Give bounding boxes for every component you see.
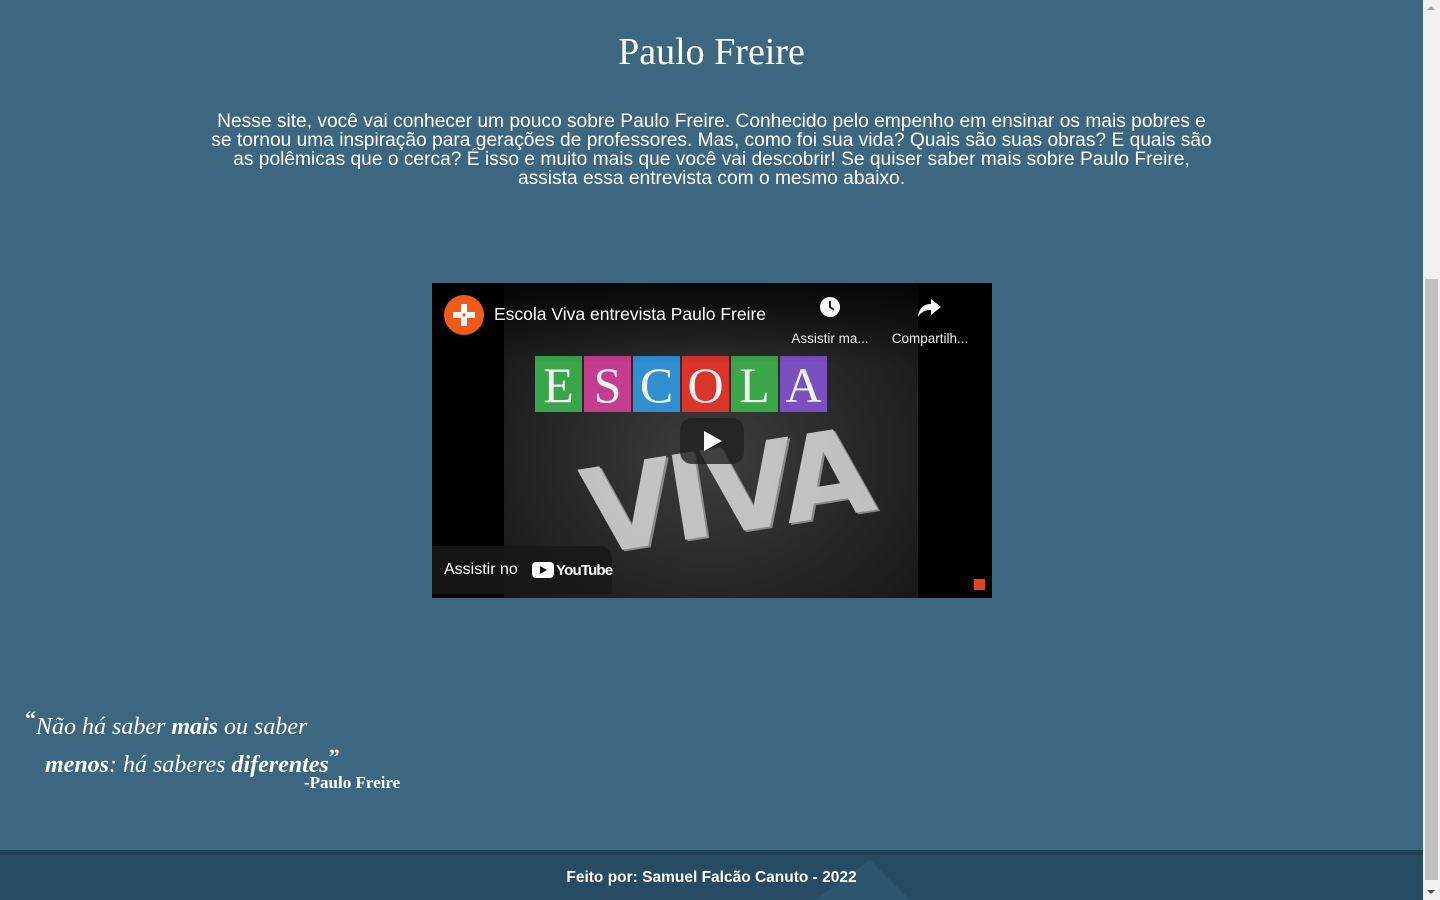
- intro-paragraph: Nesse site, você vai conhecer um pouco s…: [211, 111, 1212, 189]
- quote-bold-1: mais: [171, 714, 219, 740]
- share-icon: [885, 295, 975, 321]
- scrollbar-thumb[interactable]: [1425, 279, 1438, 880]
- clock-icon: [785, 295, 875, 321]
- thumbnail-letter-tile: S: [584, 356, 631, 413]
- thumbnail-letter-tile: C: [633, 356, 680, 413]
- thumbnail-letter-tile: A: [780, 356, 827, 413]
- quote-bold-2: menos: [45, 752, 110, 778]
- play-button[interactable]: [680, 418, 744, 464]
- thumbnail-letter-tile: L: [731, 356, 778, 413]
- page: Paulo Freire Nesse site, você vai conhec…: [0, 0, 1423, 900]
- vertical-scrollbar[interactable]: [1423, 0, 1440, 900]
- scroll-up-arrow-icon[interactable]: [1423, 0, 1440, 17]
- thumbnail-letter-tile: O: [682, 356, 729, 413]
- thumbnail-letter-tile: E: [535, 356, 582, 413]
- quote-author: -Paulo Freire: [304, 773, 401, 792]
- channel-logo-icon[interactable]: [444, 295, 484, 335]
- footer-credit: Feito por: Samuel Falcão Canuto - 2022: [566, 869, 857, 886]
- page-title: Paulo Freire: [618, 31, 805, 73]
- share-button[interactable]: Compartilh...: [885, 295, 975, 346]
- quote-line-2: menos: há saberes diferentes”: [25, 742, 340, 780]
- watch-on-label: Assistir no: [444, 561, 518, 578]
- channel-watermark-icon[interactable]: [974, 579, 985, 590]
- share-label: Compartilh...: [891, 331, 969, 346]
- youtube-play-icon: [532, 562, 554, 578]
- quote-open-mark: “: [25, 706, 36, 731]
- video-title[interactable]: Escola Viva entrevista Paulo Freire: [494, 304, 766, 325]
- watch-later-label: Assistir ma...: [791, 331, 869, 346]
- quote-line-1: “Não há saber mais ou saber: [25, 704, 340, 742]
- scroll-down-arrow-icon[interactable]: [1423, 883, 1440, 900]
- youtube-wordmark: YouTube: [556, 561, 613, 579]
- youtube-logo-icon: YouTube: [532, 561, 613, 579]
- thumbnail-escola-letters: ESCOLA: [535, 356, 827, 413]
- quote-close-mark: ”: [328, 744, 340, 769]
- watch-on-youtube-button[interactable]: Assistir no YouTube: [432, 546, 613, 594]
- play-icon: [704, 431, 722, 451]
- quote-text-3: : há saberes: [109, 752, 232, 778]
- quote-text-2: ou saber: [218, 714, 308, 740]
- quote-text-1: Não há saber: [36, 714, 172, 740]
- video-embed[interactable]: ESCOLA VIVA Escola Viva entrevista Paulo…: [432, 283, 992, 598]
- footer: Feito por: Samuel Falcão Canuto - 2022: [0, 850, 1423, 900]
- watch-later-button[interactable]: Assistir ma...: [785, 295, 875, 346]
- quote-image: “Não há saber mais ou saber menos: há sa…: [25, 704, 400, 792]
